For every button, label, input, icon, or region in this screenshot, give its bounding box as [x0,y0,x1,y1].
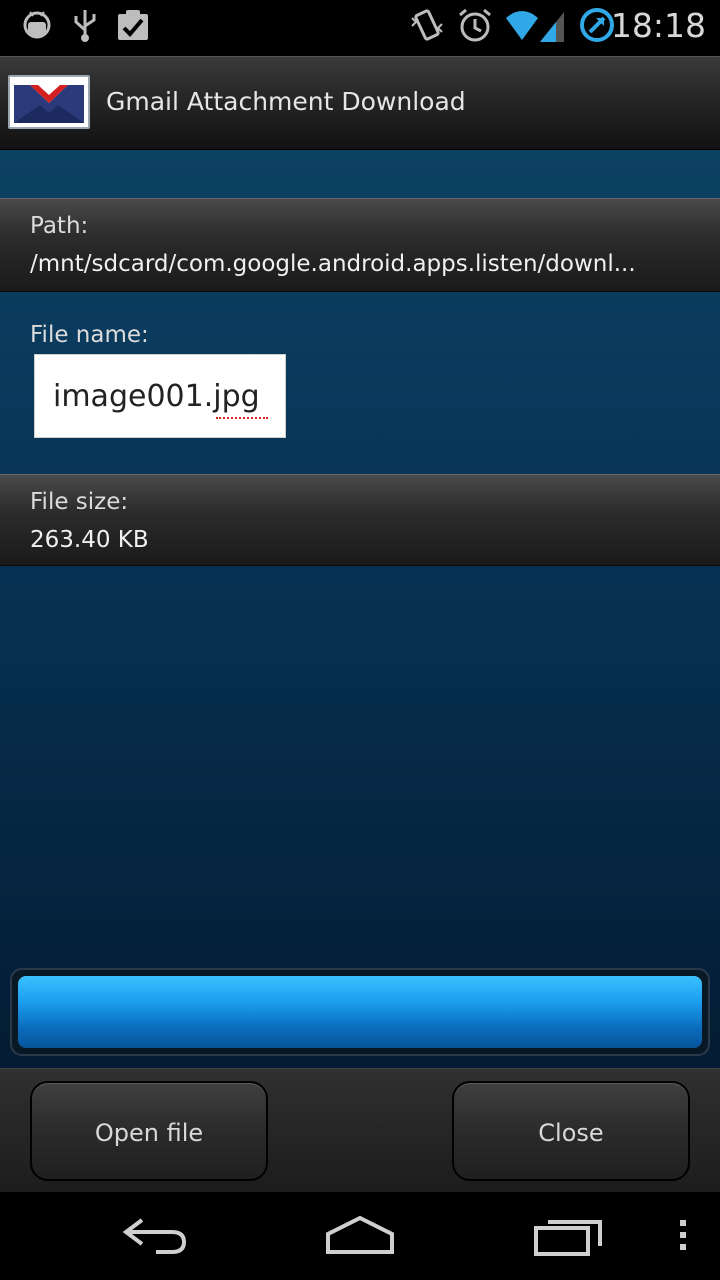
home-icon[interactable] [322,1210,398,1260]
vibrate-icon [411,9,443,41]
path-label: Path: [30,213,89,239]
navigation-bar [0,1192,720,1280]
spellcheck-underline [216,414,268,419]
app-title: Gmail Attachment Download [106,87,466,116]
android-debug-icon [23,11,51,39]
status-bar: 18:18 [0,0,720,52]
title-bar: Gmail Attachment Download [0,56,720,150]
download-progress-bar [10,968,710,1056]
download-progress-fill [18,976,702,1048]
back-icon[interactable] [116,1210,192,1260]
path-value: /mnt/sdcard/com.google.android.apps.list… [30,251,636,277]
button-bar: Open file Close [0,1068,720,1193]
file-size-label: File size: [30,489,129,515]
close-button[interactable]: Close [452,1081,690,1181]
usb-icon [74,10,96,42]
file-size-section: File size: 263.40 KB [0,474,720,566]
clock: 18:18 [610,6,706,45]
recent-apps-icon[interactable] [530,1210,606,1260]
file-name-label: File name: [30,322,149,348]
file-name-input[interactable]: image001.jpg [34,354,286,438]
gmail-envelope-icon [8,75,90,129]
clipboard-check-icon [118,10,148,40]
overflow-menu-icon[interactable] [676,1210,690,1260]
alarm-icon [459,8,491,42]
open-file-button[interactable]: Open file [30,1081,268,1181]
path-section: Path: /mnt/sdcard/com.google.android.app… [0,198,720,292]
file-size-value: 263.40 KB [30,527,149,553]
wifi-signal-icon [506,11,564,42]
